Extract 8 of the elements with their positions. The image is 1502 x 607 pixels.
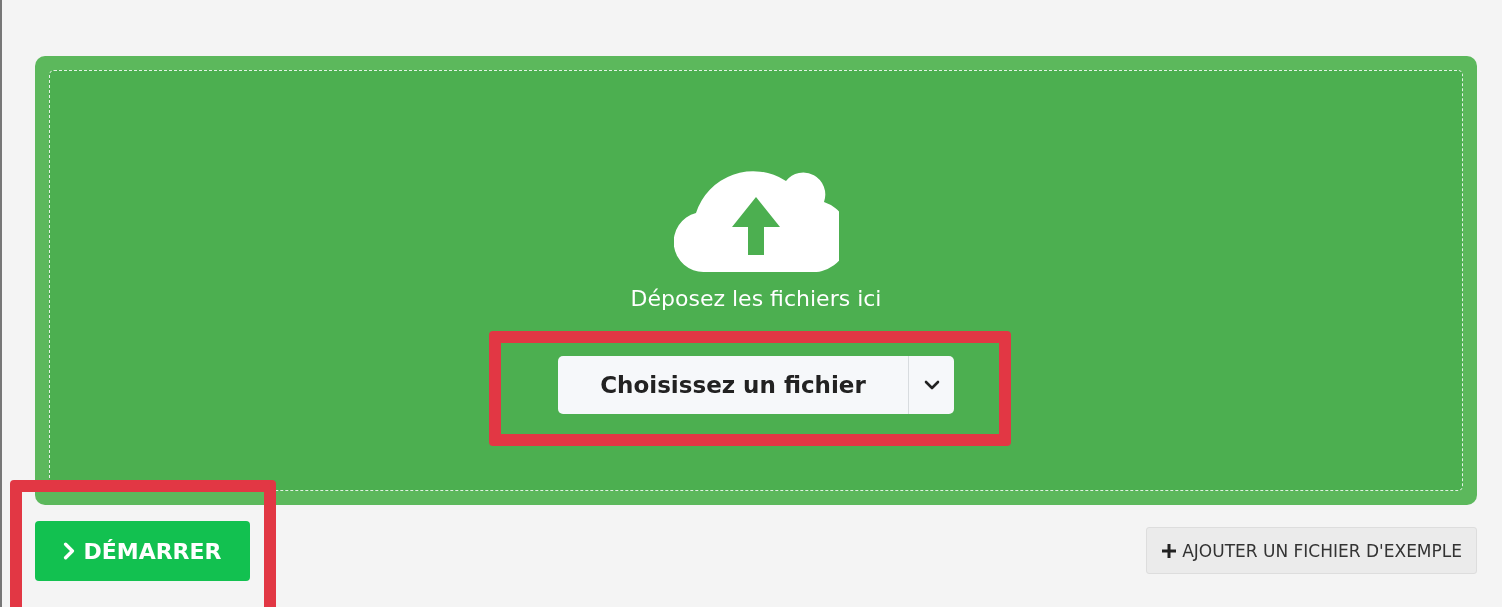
drop-zone[interactable]: Déposez les fichiers ici Choisissez un fichier — [35, 56, 1477, 505]
add-sample-file-button[interactable]: AJOUTER UN FICHIER D'EXEMPLE — [1146, 527, 1477, 574]
chevron-right-icon — [63, 542, 76, 560]
choose-file-button[interactable]: Choisissez un fichier — [558, 356, 908, 414]
caret-icon — [923, 380, 940, 390]
dropdown-button[interactable] — [908, 356, 954, 414]
drop-prompt: Déposez les fichiers ici — [630, 286, 882, 311]
plus-icon — [1161, 542, 1178, 559]
